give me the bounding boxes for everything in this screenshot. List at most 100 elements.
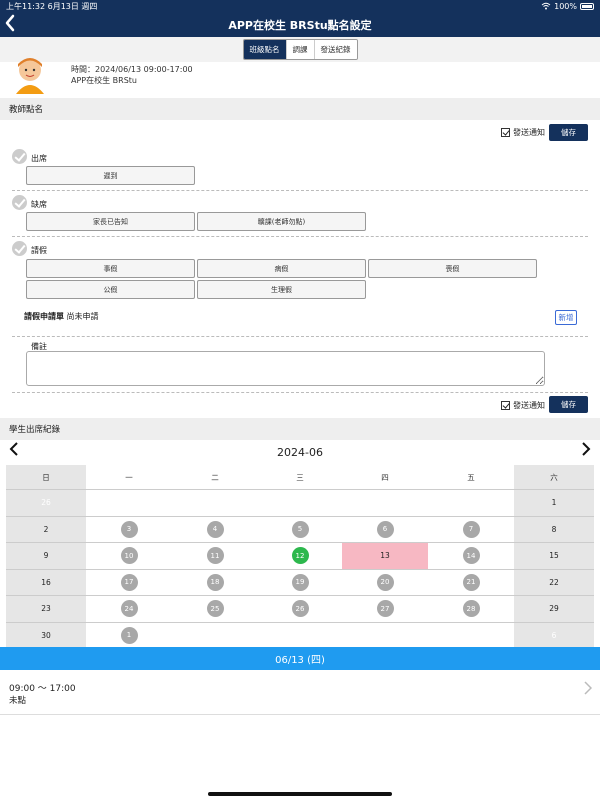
calendar-day-cell[interactable]: 10 xyxy=(86,543,172,569)
calendar-day-cell[interactable]: 3 xyxy=(86,517,172,543)
weekday-thu: 四 xyxy=(381,472,389,482)
calendar-day-cell[interactable]: 20 xyxy=(342,570,428,596)
calendar-day-cell[interactable]: 14 xyxy=(428,543,514,569)
tab-send-log[interactable]: 發送紀錄 xyxy=(314,40,357,59)
session-status: 未點 xyxy=(9,696,27,706)
calendar-week-row: 2 3 4 5 6 7 8 xyxy=(6,515,594,543)
attendance-dot: 3 xyxy=(120,520,138,538)
weekday-sat: 六 xyxy=(514,465,594,489)
weekday-sun: 日 xyxy=(6,465,86,489)
save-button-bottom[interactable]: 儲存 xyxy=(549,396,588,413)
tab-reschedule[interactable]: 調課 xyxy=(286,40,315,59)
weekday-fri: 五 xyxy=(467,472,475,482)
weekday-mon: 一 xyxy=(125,472,133,482)
notify-toggle-bottom[interactable]: 發送通知 xyxy=(501,400,545,411)
calendar-day-cell[interactable]: 27 xyxy=(342,596,428,622)
segment-bar: 班級點名 調課 發送紀錄 xyxy=(0,37,600,62)
checkbox-icon[interactable] xyxy=(501,401,510,410)
save-button-top[interactable]: 儲存 xyxy=(549,124,588,141)
session-row[interactable]: 09:00 ～ 17:00 未點 xyxy=(0,673,600,715)
check-circle-icon[interactable] xyxy=(12,195,27,210)
today-marker: 12 xyxy=(291,547,309,565)
checkbox-icon[interactable] xyxy=(501,128,510,137)
attendance-dot: 26 xyxy=(291,600,309,618)
nav-bar: APP在校生 BRStu點名設定 xyxy=(0,13,600,37)
calendar-day-cell[interactable]: 1 xyxy=(86,623,172,649)
calendar-grid: 日 一 二 三 四 五 六 26 1 2 3 4 5 6 7 8 9 10 11 12 13 14 15 16 1… xyxy=(6,465,594,648)
status-time-date: 上午11:32 6月13日 週四 xyxy=(6,1,97,12)
calendar-day-cell[interactable]: 28 xyxy=(428,596,514,622)
attendance-dot: 7 xyxy=(462,520,480,538)
student-name-text: APP在校生 BRStu xyxy=(71,76,137,85)
calendar-day-cell[interactable]: 18 xyxy=(172,570,258,596)
attendance-dot: 17 xyxy=(120,573,138,591)
calendar-day-cell xyxy=(342,490,428,516)
add-leave-request-button[interactable]: 新增 xyxy=(555,310,577,325)
calendar-day-cell[interactable]: 5 xyxy=(258,517,342,543)
calendar-day-cell[interactable]: 6 xyxy=(342,517,428,543)
calendar-month: 2024-06 xyxy=(277,446,323,459)
back-button[interactable] xyxy=(4,14,22,36)
calendar-day-number: 22 xyxy=(549,577,559,587)
calendar-day-cell[interactable]: 17 xyxy=(86,570,172,596)
notify-toggle-top[interactable]: 發送通知 xyxy=(501,127,545,138)
calendar-day-cell[interactable]: 16 xyxy=(6,569,86,595)
calendar-day-number: 16 xyxy=(41,577,51,587)
option-late[interactable]: 遲到 xyxy=(26,166,195,185)
calendar-day-number: 30 xyxy=(41,630,51,640)
option-official-leave[interactable]: 公假 xyxy=(26,280,195,299)
calendar-day-cell[interactable]: 4 xyxy=(172,517,258,543)
calendar-day-cell[interactable]: 26 xyxy=(258,596,342,622)
tab-class-rollcall[interactable]: 班級點名 xyxy=(243,40,287,59)
calendar-day-cell[interactable]: 13 xyxy=(342,543,428,569)
calendar-day-cell xyxy=(342,623,428,649)
option-personal-leave[interactable]: 事假 xyxy=(26,259,195,278)
calendar-day-cell[interactable]: 9 xyxy=(6,543,86,569)
calendar-day-cell[interactable]: 6 xyxy=(514,622,594,648)
option-parent-notified[interactable]: 家長已告知 xyxy=(26,212,195,231)
session-time-text: 時間：2024/06/13 09:00-17:00 xyxy=(71,65,193,74)
teacher-section-header: 教師點名 xyxy=(0,98,600,120)
calendar-week-row: 30 1 6 xyxy=(6,621,594,649)
calendar-day-cell xyxy=(428,623,514,649)
attendance-dot: 28 xyxy=(462,600,480,618)
calendar-day-cell[interactable]: 29 xyxy=(514,596,594,622)
check-circle-icon[interactable] xyxy=(12,149,27,164)
calendar-day-cell[interactable]: 11 xyxy=(172,543,258,569)
option-menstrual-leave[interactable]: 生理假 xyxy=(197,280,366,299)
calendar-day-cell xyxy=(86,490,172,516)
calendar-day-cell[interactable]: 2 xyxy=(6,516,86,542)
attendance-dot: 11 xyxy=(206,547,224,565)
chevron-right-icon xyxy=(584,680,593,699)
calendar-week-row: 9 10 11 12 13 14 15 xyxy=(6,542,594,569)
calendar-day-cell[interactable]: 7 xyxy=(428,517,514,543)
notify-label: 發送通知 xyxy=(513,128,545,137)
weekday-tue: 二 xyxy=(211,472,219,482)
student-info: 時間：2024/06/13 09:00-17:00 APP在校生 BRStu xyxy=(0,58,600,98)
calendar-day-cell[interactable]: 19 xyxy=(258,570,342,596)
remark-input[interactable] xyxy=(26,351,545,386)
calendar-day-cell xyxy=(428,490,514,516)
next-month-button[interactable] xyxy=(581,441,591,462)
selected-date-bar: 06/13 (四) xyxy=(0,647,600,670)
calendar-day-cell[interactable]: 21 xyxy=(428,570,514,596)
calendar-day-cell[interactable]: 26 xyxy=(6,490,86,516)
calendar-day-cell[interactable]: 23 xyxy=(6,596,86,622)
calendar-day-cell[interactable]: 30 xyxy=(6,622,86,648)
option-sick-leave[interactable]: 病假 xyxy=(197,259,366,278)
notify-label: 發送通知 xyxy=(513,401,545,410)
attendance-dot: 4 xyxy=(206,520,224,538)
group-label-leave: 請假 xyxy=(31,246,47,255)
calendar-day-cell xyxy=(172,623,258,649)
prev-month-button[interactable] xyxy=(9,441,19,462)
calendar-day-cell[interactable]: 15 xyxy=(514,543,594,569)
check-circle-icon[interactable] xyxy=(12,241,27,256)
calendar-day-cell[interactable]: 8 xyxy=(514,516,594,542)
calendar-day-cell[interactable]: 25 xyxy=(172,596,258,622)
calendar-day-cell[interactable]: 12 xyxy=(258,543,342,569)
option-truancy[interactable]: 曠課(老師勿點) xyxy=(197,212,366,231)
calendar-day-cell[interactable]: 1 xyxy=(514,490,594,516)
calendar-day-cell[interactable]: 24 xyxy=(86,596,172,622)
option-funeral-leave[interactable]: 喪假 xyxy=(368,259,537,278)
calendar-day-cell[interactable]: 22 xyxy=(514,569,594,595)
